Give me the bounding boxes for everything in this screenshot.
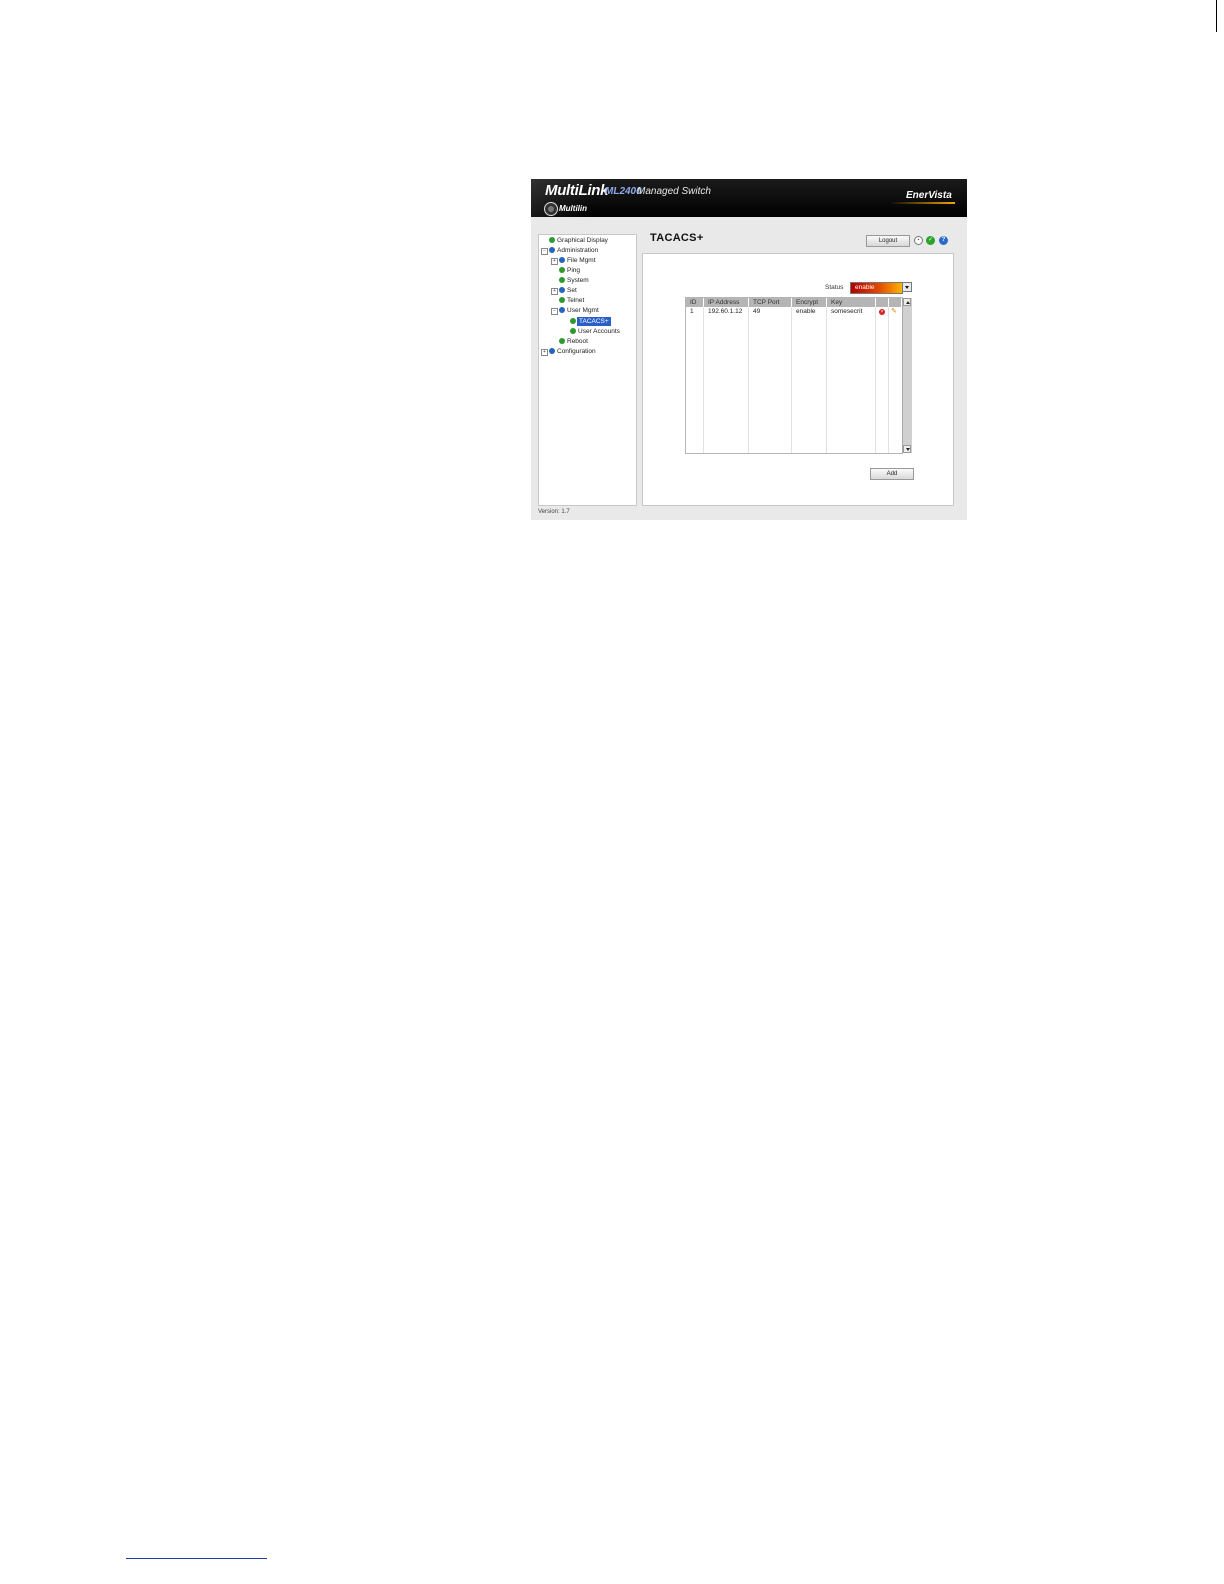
cell-tcp-port: 49 bbox=[753, 308, 761, 315]
product-subtitle: Managed Switch bbox=[637, 186, 711, 197]
edit-icon[interactable]: ✎ bbox=[891, 308, 897, 316]
save-icon[interactable]: ▪ bbox=[914, 236, 923, 245]
tree-item-label: User Mgmt bbox=[567, 307, 599, 314]
column-divider bbox=[791, 307, 792, 453]
tree-item-label: Configuration bbox=[557, 348, 596, 355]
add-button[interactable]: Add bbox=[870, 468, 914, 480]
status-select[interactable]: enable bbox=[850, 282, 903, 294]
tree-item-label: Administration bbox=[557, 247, 599, 254]
blue-bullet-icon bbox=[559, 287, 565, 293]
tree-item-label: File Mgmt bbox=[567, 257, 596, 264]
expand-icon[interactable]: + bbox=[551, 258, 558, 265]
tree-item-label: Set bbox=[567, 287, 577, 294]
content-area: TACACS+ Logout ▪ ✓ ? Status enable ID IP… bbox=[642, 231, 962, 506]
green-bullet-icon bbox=[549, 237, 555, 243]
collapse-icon[interactable]: − bbox=[541, 248, 548, 255]
tacacs-server-table: ID IP Address TCP Port Encrypt Key 1 192… bbox=[685, 297, 912, 454]
column-header-id: ID bbox=[686, 298, 704, 307]
cell-encrypt: enable bbox=[796, 308, 816, 315]
footnote-rule bbox=[126, 1558, 267, 1559]
app-window: MultiLink ML2400 Managed Switch Multilin… bbox=[531, 179, 967, 520]
blue-bullet-icon bbox=[559, 257, 565, 263]
help-icon[interactable]: ? bbox=[939, 236, 948, 245]
chevron-down-icon[interactable] bbox=[902, 282, 912, 292]
column-header-encrypt: Encrypt bbox=[792, 298, 827, 307]
vendor-logo: EnerVista bbox=[906, 190, 952, 201]
column-header-edit bbox=[889, 298, 902, 307]
blue-bullet-icon bbox=[549, 348, 555, 354]
green-bullet-icon bbox=[559, 277, 565, 283]
cell-id: 1 bbox=[690, 308, 694, 315]
delete-icon[interactable]: × bbox=[879, 309, 885, 315]
column-divider bbox=[748, 307, 749, 453]
app-header: MultiLink ML2400 Managed Switch Multilin… bbox=[531, 179, 967, 217]
status-label: Status bbox=[825, 284, 844, 291]
page-edge-line bbox=[1216, 0, 1217, 32]
vendor-swoosh bbox=[889, 202, 955, 204]
expand-icon[interactable]: + bbox=[541, 349, 548, 356]
column-divider bbox=[703, 307, 704, 453]
column-header-key: Key bbox=[827, 298, 876, 307]
logout-button[interactable]: Logout bbox=[866, 235, 910, 247]
expand-icon[interactable]: + bbox=[551, 288, 558, 295]
scroll-up-icon[interactable] bbox=[903, 298, 911, 306]
cell-key: somesecrit bbox=[831, 308, 863, 315]
column-header-tcp-port: TCP Port bbox=[749, 298, 792, 307]
status-value: enable bbox=[855, 284, 875, 291]
green-bullet-icon bbox=[570, 318, 576, 324]
tree-item-label: Reboot bbox=[567, 338, 588, 345]
column-header-ip-address: IP Address bbox=[704, 298, 749, 307]
collapse-icon[interactable]: − bbox=[551, 308, 558, 315]
check-icon[interactable]: ✓ bbox=[926, 236, 935, 245]
table-scrollbar[interactable] bbox=[902, 298, 912, 453]
tree-item-label: System bbox=[567, 277, 589, 284]
column-header-delete bbox=[876, 298, 889, 307]
tacacs-panel: Status enable ID IP Address TCP Port Enc… bbox=[642, 253, 954, 506]
column-divider bbox=[875, 307, 876, 453]
ge-logo-icon bbox=[544, 202, 558, 216]
green-bullet-icon bbox=[559, 297, 565, 303]
tree-item-label: Telnet bbox=[567, 297, 585, 304]
column-divider bbox=[826, 307, 827, 453]
cell-ip-address: 192.60.1.12 bbox=[708, 308, 743, 315]
tree-item-label: Graphical Display bbox=[557, 237, 608, 244]
column-divider bbox=[888, 307, 889, 453]
green-bullet-icon bbox=[570, 328, 576, 334]
tree-item-label-selected: TACACS+ bbox=[577, 317, 611, 326]
version-label: Version: 1.7 bbox=[538, 509, 570, 515]
tree-item-label: User Accounts bbox=[578, 328, 620, 335]
green-bullet-icon bbox=[559, 338, 565, 344]
blue-bullet-icon bbox=[559, 307, 565, 313]
page-title: TACACS+ bbox=[650, 232, 704, 244]
green-bullet-icon bbox=[559, 267, 565, 273]
brand-name: MultiLink bbox=[545, 182, 609, 199]
company-name: Multilin bbox=[559, 204, 587, 213]
scroll-down-icon[interactable] bbox=[903, 445, 911, 453]
blue-bullet-icon bbox=[549, 247, 555, 253]
tree-item-label: Ping bbox=[567, 267, 581, 274]
navigation-tree: Graphical Display − Administration + Fil… bbox=[538, 234, 637, 506]
